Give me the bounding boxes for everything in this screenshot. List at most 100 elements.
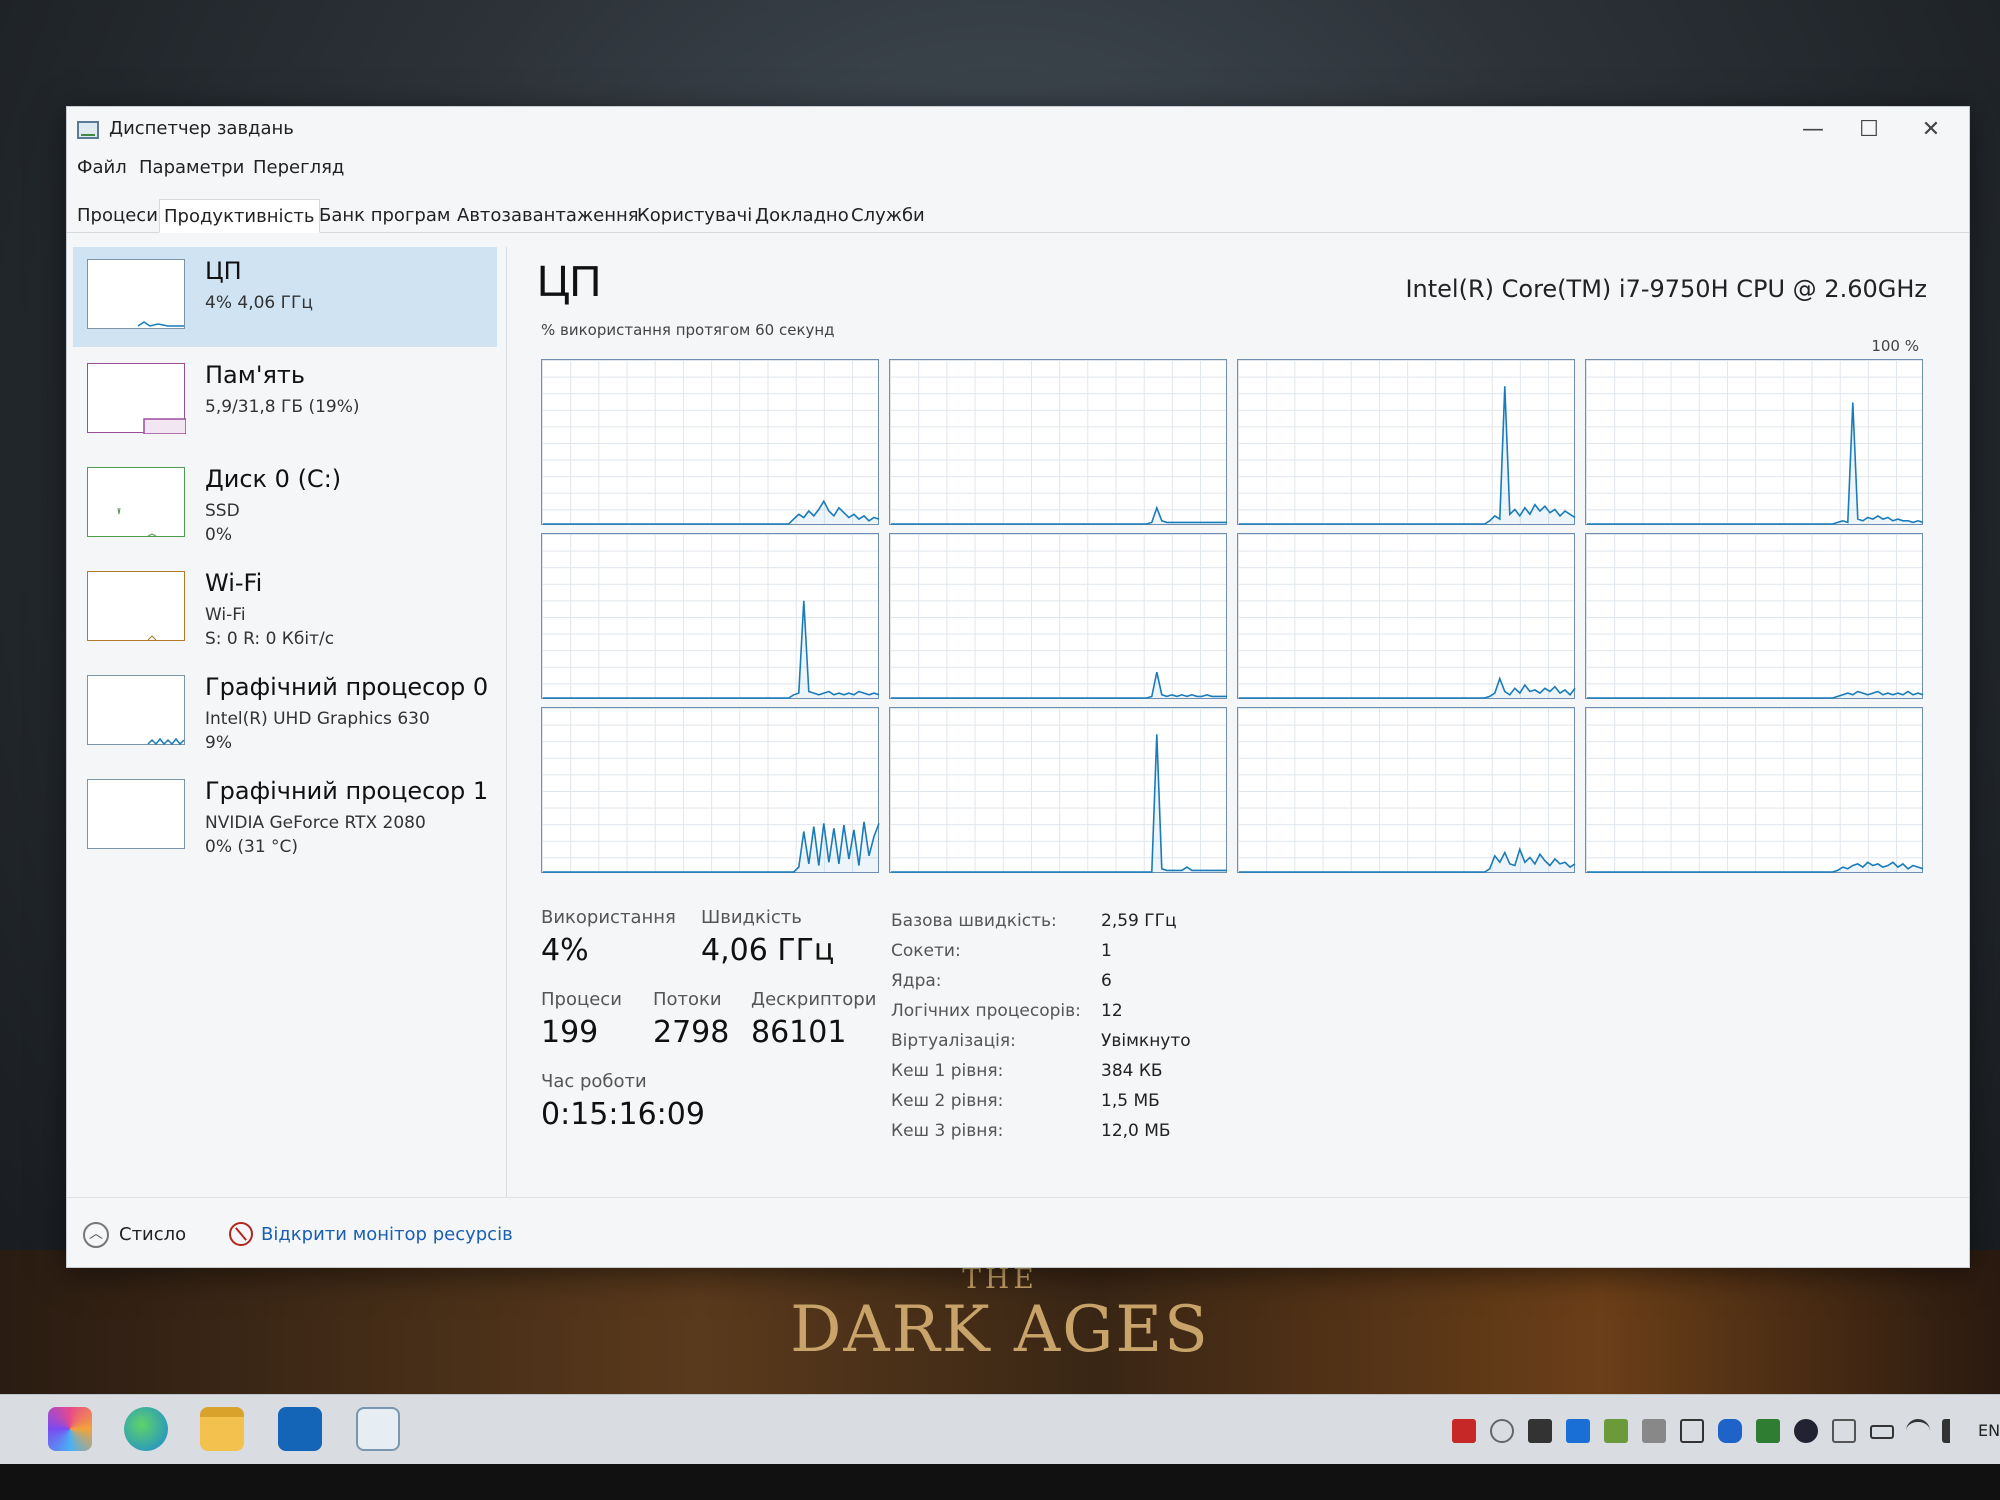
sidebar-item-value: 9% [205,733,232,753]
sidebar-item-disk[interactable]: Диск 0 (C:) SSD 0% [73,455,497,555]
detail-label: Логічних процесорів: [891,1001,1081,1021]
edge-icon[interactable] [124,1407,168,1451]
security-tray-icon[interactable] [1680,1419,1704,1443]
disk-graph-icon [87,467,185,537]
logical-processor-chart-9 [891,734,1227,873]
copilot-icon[interactable] [48,1407,92,1451]
logical-processor-chart-5 [891,671,1227,699]
logical-processor-chart-8 [543,821,880,873]
sidebar-item-gpu-1[interactable]: Графічний процесор 1 NVIDIA GeForce RTX … [73,767,497,867]
usage-area-4 [543,600,879,698]
detail-label: Кеш 2 рівня: [891,1091,1004,1111]
tab-performance[interactable]: Продуктивність [159,199,320,233]
task-manager-icon[interactable] [356,1407,400,1451]
detail-label: Ядра: [891,971,942,991]
detail-value: 6 [1101,971,1112,991]
k-tray-icon[interactable] [1566,1419,1590,1443]
page-title: ЦП [537,257,602,306]
logical-processor-chart-0 [543,499,880,525]
language-indicator[interactable]: EN [1978,1421,2000,1440]
sidebar-item-gpu-0[interactable]: Графічний процесор 0 Intel(R) UHD Graphi… [73,663,497,763]
detail-label: Віртуалізація: [891,1031,1016,1051]
steam-tray-icon[interactable] [1794,1419,1818,1443]
taskbar: EN [0,1394,2000,1464]
sidebar-item-label: Графічний процесор 0 [205,673,489,701]
bluetooth-tray-icon[interactable] [1718,1419,1742,1443]
uptime-value: 0:15:16:09 [541,1097,705,1132]
logical-processor-graph-7 [1585,533,1924,699]
logical-processor-graph-1 [889,359,1227,525]
detail-label: Сокети: [891,941,961,961]
app-tray-icon[interactable] [1452,1419,1476,1443]
sidebar-item-label: Графічний процесор 1 [205,777,489,805]
sidebar-item-detail: 5,9/31,8 ГБ (19%) [205,397,360,417]
logical-processor-graphs[interactable] [541,359,1924,879]
logical-processor-graph-6 [1237,533,1576,699]
task-manager-window: Диспетчер завдань — ☐ ✕ Файл Параметри П… [66,106,1970,1268]
sidebar-item-label: Диск 0 (C:) [205,465,342,493]
close-button[interactable]: ✕ [1903,113,1959,147]
gpu1-graph-icon [87,779,185,849]
maximize-button[interactable]: ☐ [1841,113,1897,147]
wifi-icon[interactable] [1906,1419,1930,1443]
battery-icon[interactable] [1870,1425,1894,1439]
tab-users[interactable]: Користувачі [633,199,756,233]
usage-line-1 [891,505,1227,525]
menu-file[interactable]: Файл [77,157,127,178]
menu-view[interactable]: Перегляд [253,157,344,178]
minimize-button[interactable]: — [1785,113,1841,147]
nvidia-tray-icon[interactable] [1756,1419,1780,1443]
logical-processor-chart-7 [1587,690,1924,699]
sidebar-item-cpu[interactable]: ЦП 4% 4,06 ГГц [73,247,497,347]
file-explorer-icon[interactable] [200,1407,244,1451]
outlook-icon[interactable] [278,1407,322,1451]
usage-area-5 [891,672,1227,698]
settings-tray-icon[interactable] [1490,1419,1514,1443]
tab-details[interactable]: Докладно [751,199,853,233]
sidebar-item-detail: NVIDIA GeForce RTX 2080 [205,813,426,833]
logical-processor-graph-8 [541,707,880,873]
logical-processor-graph-10 [1237,707,1576,873]
sidebar-item-value: 0% (31 °C) [205,837,299,857]
gpu0-graph-icon [87,675,185,746]
sidebar-item-detail: Intel(R) UHD Graphics 630 [205,709,430,729]
volume-icon[interactable] [1942,1419,1966,1443]
logical-processor-chart-11 [1587,861,1924,873]
menu-options[interactable]: Параметри [139,157,244,178]
usage-value: 4% [541,933,589,968]
chevron-up-icon[interactable]: ︿ [83,1222,109,1248]
gpu-tray-icon[interactable] [1604,1419,1628,1443]
notion-tray-icon[interactable] [1528,1419,1552,1443]
sidebar-item-detail: SSD [205,501,240,521]
sidebar-item-label: Wi-Fi [205,569,263,597]
logical-processor-chart-2 [1239,386,1576,525]
monitor-tray-icon[interactable] [1642,1419,1666,1443]
webcam-tray-icon[interactable] [1832,1419,1856,1443]
task-manager-app-icon [77,121,99,139]
sidebar-item-memory[interactable]: Пам'ять 5,9/31,8 ГБ (19%) [73,351,497,451]
logical-processor-graph-9 [889,707,1227,873]
wallpaper-logo-line2: DARK AGES [790,1293,1210,1367]
tab-processes[interactable]: Процеси [73,199,162,233]
fewer-details-button[interactable]: Стисло [119,1224,186,1245]
wallpaper-logo: THE DARK AGES [700,1262,1300,1382]
tab-startup[interactable]: Автозавантаження [453,199,643,233]
tab-app-history[interactable]: Банк програм [315,199,454,233]
usage-area-1 [891,507,1227,524]
sidebar-item-wifi[interactable]: Wi-Fi Wi-Fi S: 0 R: 0 Кбіт/с [73,559,497,659]
logical-processor-graph-4 [541,533,880,699]
usage-line-4 [543,600,880,699]
cpu-model-name: Intel(R) Core(TM) i7-9750H CPU @ 2.60GHz [1405,275,1927,303]
sidebar-item-label: Пам'ять [205,361,306,389]
logical-processor-chart-4 [543,600,880,699]
resource-monitor-icon[interactable] [229,1222,253,1246]
detail-value: 2,59 ГГц [1101,911,1177,931]
graph-caption: % використання протягом 60 секунд [541,321,835,339]
logical-processor-chart-1 [891,505,1227,525]
logical-processor-chart-10 [1239,846,1576,873]
processes-label: Процеси [541,989,622,1010]
title-bar[interactable]: Диспетчер завдань — ☐ ✕ [67,107,1969,153]
cpu-performance-panel: ЦП Intel(R) Core(TM) i7-9750H CPU @ 2.60… [527,247,1947,1197]
open-resource-monitor-link[interactable]: Відкрити монітор ресурсів [261,1224,513,1245]
tab-services[interactable]: Служби [847,199,929,233]
